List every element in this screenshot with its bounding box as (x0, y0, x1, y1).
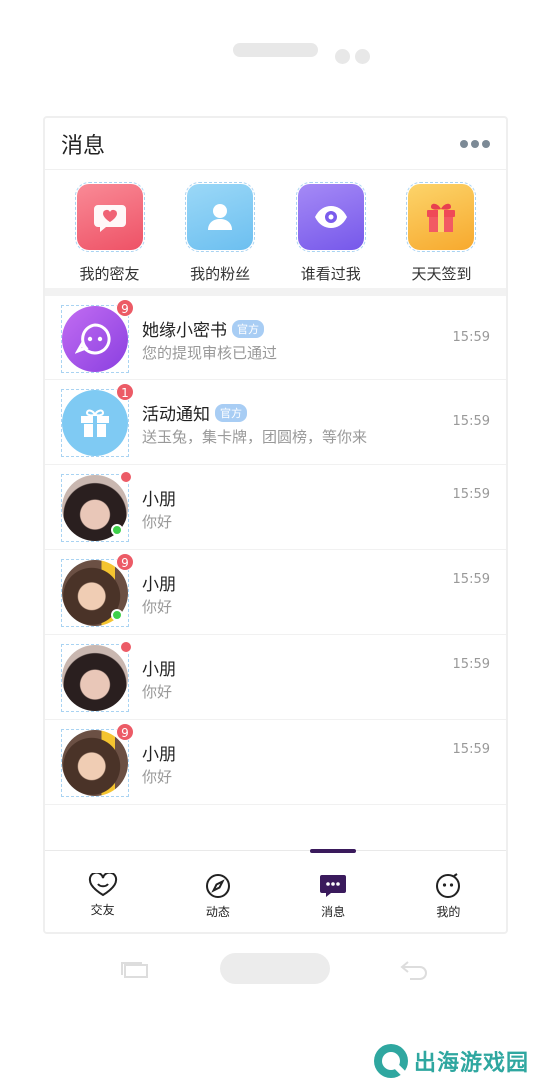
tab-messages[interactable]: 消息 (276, 849, 391, 932)
gift-box-icon (81, 409, 109, 437)
online-indicator (111, 609, 123, 621)
contact-name: 小朋 (142, 575, 176, 595)
avatar: 9 (61, 553, 134, 627)
contact-name: 活动通知 官方 (142, 400, 247, 425)
app-screen: 消息 我的密友 我的粉丝 谁看过我 天天签到 9 她缘小密书 官方 您的提现审核… (43, 116, 508, 934)
message-preview: 送玉兔，集卡牌，团圆榜，等你来 (142, 428, 368, 446)
message-preview: 你好 (142, 598, 173, 616)
tab-label: 动态 (205, 905, 230, 919)
more-icon[interactable] (460, 139, 490, 148)
quick-item-visitors[interactable]: 谁看过我 (288, 182, 373, 288)
avatar: 9 (61, 299, 134, 373)
quick-label: 我的密友 (79, 265, 140, 283)
contact-name: 她缘小密书 官方 (142, 316, 264, 341)
online-indicator (111, 524, 123, 536)
quick-item-fans[interactable]: 我的粉丝 (178, 182, 263, 288)
user-icon (185, 182, 256, 252)
quick-item-checkin[interactable]: 天天签到 (399, 182, 484, 288)
unread-badge: 1 (116, 383, 134, 401)
unread-badge: 9 (116, 723, 134, 741)
tab-label: 我的 (436, 905, 461, 919)
eye-icon (295, 182, 366, 252)
quick-label: 谁看过我 (300, 265, 361, 283)
list-item[interactable]: 小朋 你好 15:59 (45, 635, 506, 720)
watermark: 出海游戏园 (372, 1042, 529, 1080)
message-icon (320, 875, 347, 897)
message-time: 15:59 (452, 572, 490, 587)
message-time: 15:59 (452, 487, 490, 502)
quick-label: 天天签到 (411, 265, 472, 283)
official-tag: 官方 (215, 403, 247, 422)
message-time: 15:59 (452, 657, 490, 672)
message-list: 9 她缘小密书 官方 您的提现审核已通过 15:59 1 活动通知 官方 送玉兔，集… (45, 296, 506, 805)
watermark-text: 出海游戏园 (414, 1051, 530, 1076)
avatar: 9 (61, 723, 134, 797)
tab-label: 交友 (90, 903, 115, 917)
phone-camera (335, 49, 350, 64)
list-item[interactable]: 9 小朋 你好 15:59 (45, 550, 506, 635)
message-time: 15:59 (452, 742, 490, 757)
avatar: 1 (61, 383, 134, 457)
back-icon[interactable] (400, 960, 428, 980)
active-tab-indicator (310, 849, 357, 853)
quick-item-close-friends[interactable]: 我的密友 (67, 182, 152, 288)
message-preview: 您的提现审核已通过 (142, 344, 278, 362)
quick-actions: 我的密友 我的粉丝 谁看过我 天天签到 (45, 170, 506, 296)
smile-icon (436, 873, 461, 898)
unread-dot (120, 471, 132, 483)
unread-badge: 9 (116, 299, 134, 317)
heart-icon (88, 873, 117, 897)
contact-name: 小朋 (142, 745, 176, 765)
compass-icon (205, 874, 230, 898)
quick-label: 我的粉丝 (190, 265, 251, 283)
avatar (61, 641, 132, 712)
contact-name: 小朋 (142, 660, 176, 680)
message-preview: 你好 (142, 768, 173, 786)
tab-friends[interactable]: 交友 (45, 851, 160, 932)
message-time: 15:59 (452, 414, 490, 429)
list-item[interactable]: 1 活动通知 官方 送玉兔，集卡牌，团圆榜，等你来 15:59 (45, 380, 506, 465)
gift-icon (406, 182, 477, 252)
tab-moments[interactable]: 动态 (160, 851, 275, 932)
message-preview: 你好 (142, 513, 173, 531)
list-item[interactable]: 9 她缘小密书 官方 您的提现审核已通过 15:59 (45, 296, 506, 380)
phone-speaker (233, 43, 318, 57)
message-preview: 你好 (142, 683, 173, 701)
unread-dot (120, 641, 132, 653)
page-title: 消息 (61, 133, 106, 159)
list-item[interactable]: 小朋 你好 15:59 (45, 465, 506, 550)
phone-sensor (355, 49, 370, 64)
official-tag: 官方 (232, 319, 264, 338)
chat-bot-icon (75, 323, 111, 355)
tab-me[interactable]: 我的 (391, 851, 506, 932)
avatar (61, 471, 132, 542)
home-button[interactable] (220, 953, 330, 984)
tab-label: 消息 (321, 905, 346, 919)
contact-name: 小朋 (142, 490, 176, 510)
watermark-logo-icon (374, 1044, 408, 1078)
bottom-tab-bar: 交友 动态 消息 我的 (45, 849, 506, 932)
header: 消息 (45, 118, 506, 170)
unread-badge: 9 (116, 553, 134, 571)
heart-chat-icon (74, 182, 145, 252)
message-time: 15:59 (452, 330, 490, 345)
recent-apps-icon[interactable] (121, 962, 149, 978)
list-item[interactable]: 9 小朋 你好 15:59 (45, 720, 506, 805)
